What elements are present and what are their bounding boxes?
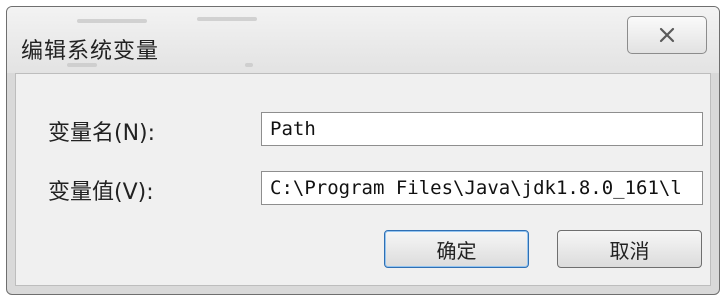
screen: 编辑系统变量 变量名(N): 变量值(V): 确定 取消 bbox=[0, 0, 727, 301]
close-button[interactable] bbox=[627, 16, 707, 54]
title-bar-artifact bbox=[197, 17, 257, 21]
variable-name-input[interactable] bbox=[261, 112, 703, 146]
variable-value-input[interactable] bbox=[261, 171, 703, 205]
cancel-button[interactable]: 取消 bbox=[557, 230, 702, 268]
title-bar-artifact bbox=[245, 63, 253, 67]
dialog-content: 变量名(N): 变量值(V): 确定 取消 bbox=[15, 73, 711, 286]
edit-system-variable-dialog: 编辑系统变量 变量名(N): 变量值(V): 确定 取消 bbox=[6, 6, 720, 295]
variable-name-label: 变量名(N): bbox=[48, 121, 156, 146]
title-bar-artifact bbox=[77, 19, 147, 23]
ok-button[interactable]: 确定 bbox=[384, 230, 529, 268]
title-bar[interactable]: 编辑系统变量 bbox=[7, 7, 719, 73]
dialog-title: 编辑系统变量 bbox=[21, 39, 160, 64]
variable-value-label: 变量值(V): bbox=[48, 180, 154, 205]
close-icon bbox=[659, 27, 675, 43]
